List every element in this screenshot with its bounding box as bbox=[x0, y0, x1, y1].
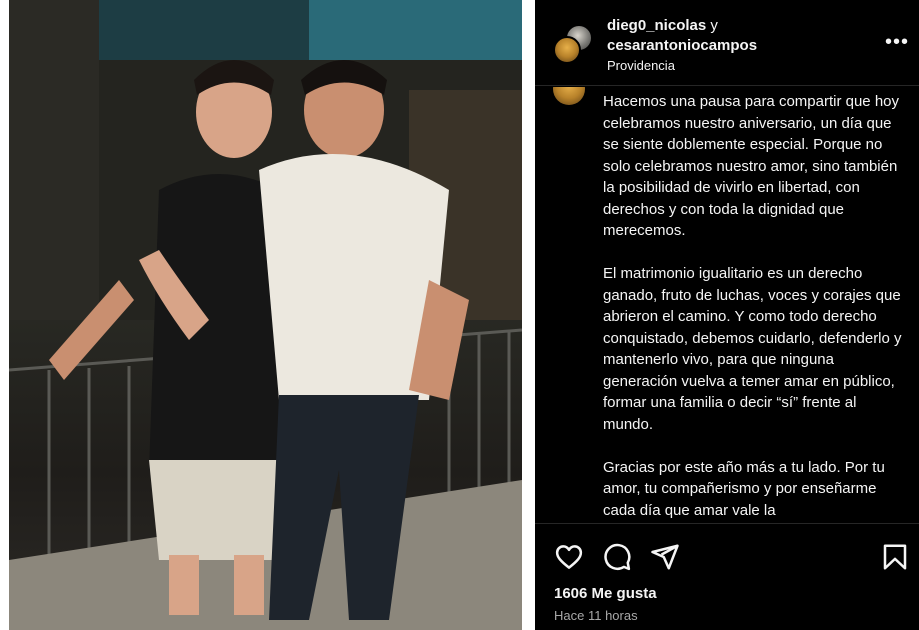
caption-scroll-area[interactable]: Hacemos una pausa para compartir que hoy… bbox=[535, 87, 919, 523]
like-count[interactable]: 1606 Me gusta bbox=[554, 585, 657, 602]
post-header: dieg0_nicolas y cesarantoniocampos Provi… bbox=[535, 0, 919, 86]
post-location[interactable]: Providencia bbox=[607, 58, 675, 73]
comment-icon[interactable] bbox=[602, 542, 632, 572]
avatar[interactable] bbox=[553, 87, 585, 105]
author-avatars[interactable] bbox=[553, 24, 593, 64]
post-actions: 1606 Me gusta Hace 11 horas bbox=[535, 523, 919, 630]
post-caption: Hacemos una pausa para compartir que hoy… bbox=[603, 91, 903, 523]
author-joiner: y bbox=[710, 17, 718, 34]
caption-paragraph: Hacemos una pausa para compartir que hoy… bbox=[603, 93, 900, 239]
author-username[interactable]: dieg0_nicolas bbox=[607, 17, 706, 34]
heart-icon[interactable] bbox=[554, 542, 584, 572]
more-options-icon[interactable]: ••• bbox=[885, 32, 909, 52]
author-names: dieg0_nicolas y cesarantoniocampos bbox=[607, 16, 877, 56]
post-timestamp[interactable]: Hace 11 horas bbox=[554, 608, 638, 623]
post-photo[interactable] bbox=[9, 0, 522, 630]
avatar bbox=[553, 36, 581, 64]
caption-paragraph: El matrimonio igualitario es un derecho … bbox=[603, 265, 902, 433]
post-sidebar: dieg0_nicolas y cesarantoniocampos Provi… bbox=[535, 0, 919, 630]
author-username[interactable]: cesarantoniocampos bbox=[607, 37, 757, 54]
send-icon[interactable] bbox=[650, 542, 680, 572]
bookmark-icon[interactable] bbox=[880, 542, 910, 572]
photo-illustration bbox=[9, 0, 522, 630]
caption-paragraph: Gracias por este año más a tu lado. Por … bbox=[603, 458, 885, 519]
